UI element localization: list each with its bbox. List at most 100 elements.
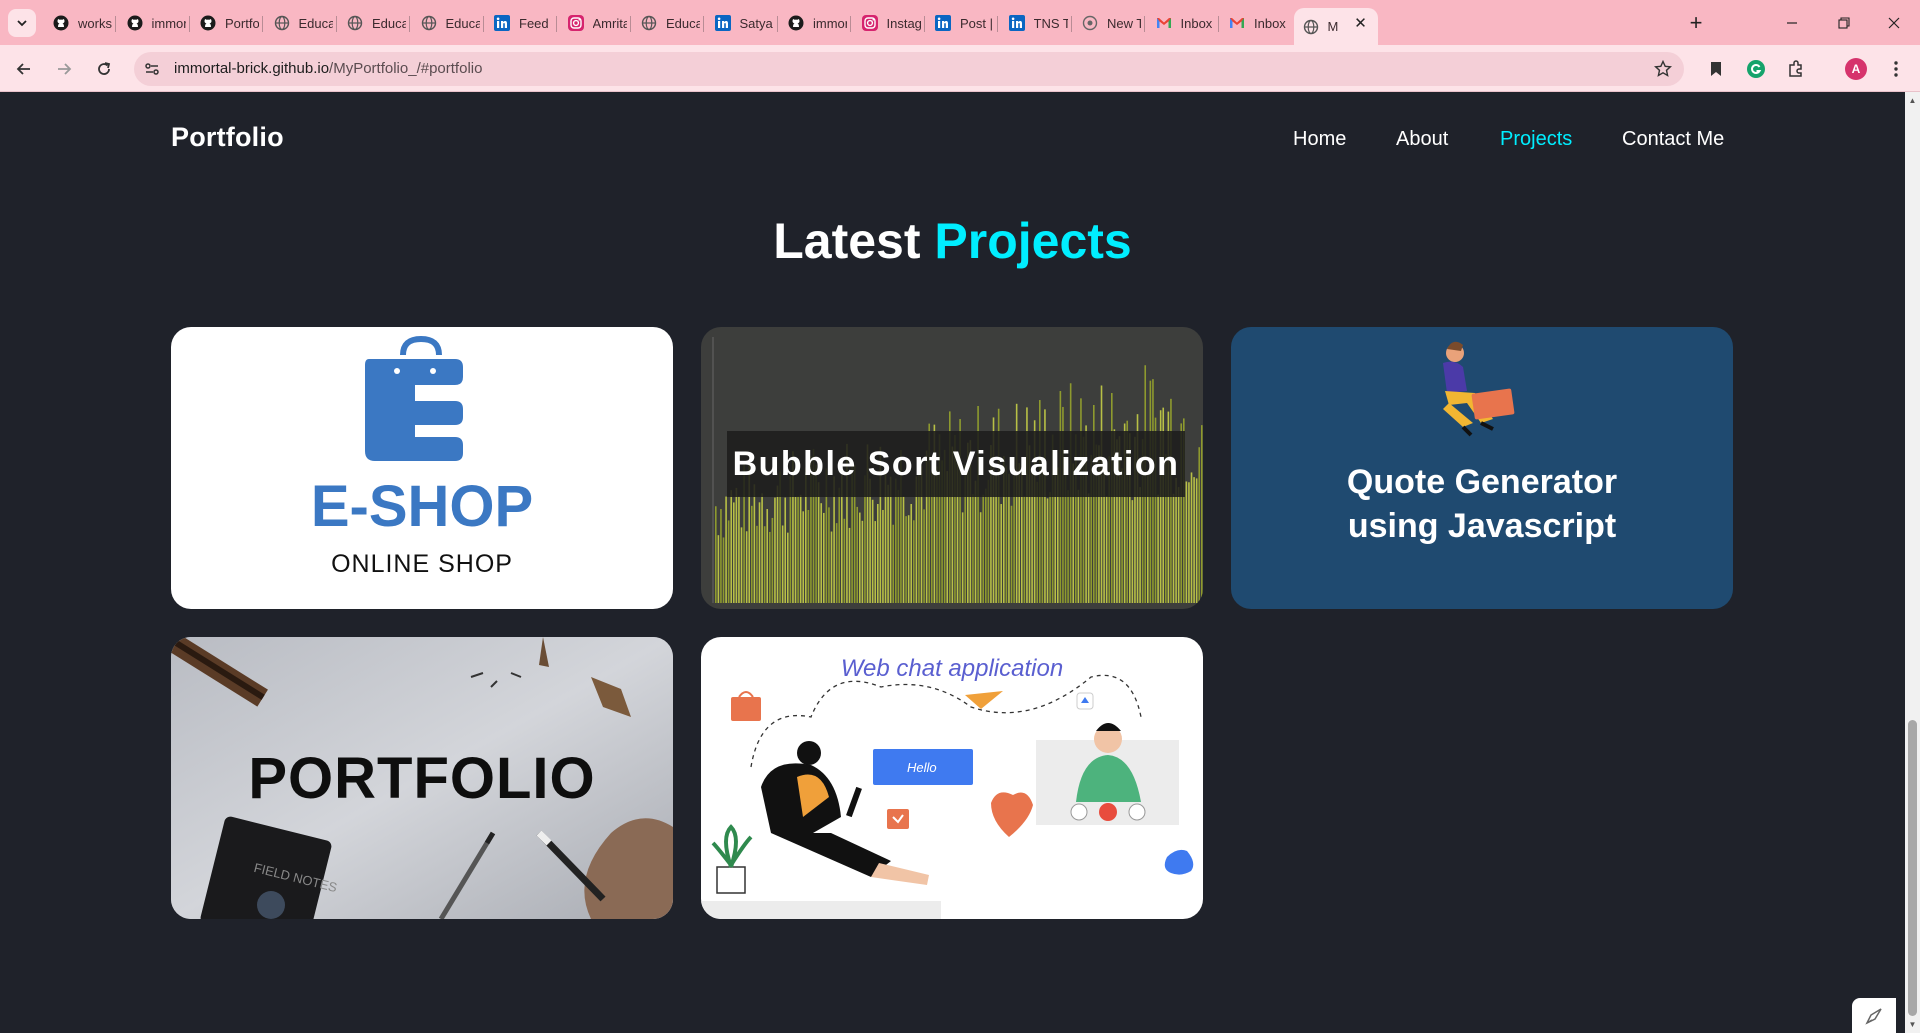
bookmark-icon[interactable] [1700,53,1732,85]
sort-bar [758,502,761,603]
scroll-up-arrow-icon[interactable]: ▲ [1908,96,1917,105]
tab-label: Satya [739,15,773,31]
restore-icon [1838,16,1850,29]
close-window-button[interactable] [1866,0,1920,45]
browser-tab[interactable]: Educat [338,8,410,38]
browser-tab[interactable]: Inbox [1220,8,1292,38]
tab-separator [409,16,410,32]
eshop-title: E-SHOP [311,474,533,539]
grammarly-icon[interactable] [1740,53,1772,85]
browser-tab[interactable]: Educat [412,8,484,38]
chat-bubble: Hello [873,749,973,785]
tab-active[interactable]: M ✕ [1293,8,1378,45]
tab-separator [923,16,925,32]
web-chat-title: Web chat application [840,655,1064,682]
browser-tab[interactable]: Educat [632,8,704,38]
browser-tab[interactable]: TNS Te [1000,8,1072,38]
gmail-icon [1229,15,1245,31]
project-card-eshop[interactable]: E-SHOP ONLINE SHOP [171,327,673,609]
browser-tab[interactable]: Satya [706,8,778,38]
browser-tab[interactable]: Portfo [191,8,263,38]
more-vertical-icon [1894,61,1898,77]
browser-tab[interactable]: Instagr [853,8,925,38]
project-card-portfolio[interactable]: FIELD NOTES PORTFOLIO [171,637,673,919]
sort-bar [776,485,779,603]
globe-icon [347,15,363,31]
floating-action-icon[interactable] [1852,998,1896,1033]
bookmark-star-icon[interactable] [1652,58,1674,80]
sort-bar [817,482,820,603]
tab-label: immor [813,15,847,31]
browser-tab[interactable]: immor [118,8,190,38]
profile-avatar[interactable]: A [1840,53,1872,85]
tab-search-button[interactable] [8,9,36,37]
linkedin-icon [1008,15,1025,31]
sort-bar [1201,425,1203,603]
sort-bar [843,518,846,603]
project-card-web-chat[interactable]: Web chat application Hello [701,637,1203,919]
browser-tab[interactable]: New T [1073,8,1145,38]
sort-bar [874,521,877,603]
sort-bar [861,520,864,603]
minimize-button[interactable] [1764,0,1820,45]
restore-button[interactable] [1816,0,1872,45]
sort-bar [738,496,740,603]
sort-bar [799,494,802,603]
nav-about[interactable]: About [1396,128,1448,151]
back-button[interactable] [8,53,40,85]
sort-bar [807,510,810,603]
extensions-puzzle-icon[interactable] [1780,53,1812,85]
project-card-quote-generator[interactable]: Quote Generator using Javascript [1231,327,1733,609]
nav-projects[interactable]: Projects [1500,128,1572,151]
browser-tab[interactable]: Feed | [485,8,557,38]
url-text: immortal-brick.github.io/MyPortfolio_/#p… [174,52,482,86]
browser-tab[interactable]: Inbox [1147,8,1219,38]
browser-tab[interactable]: Educat [265,8,337,38]
browser-tab[interactable]: Post | [926,8,998,38]
forward-button[interactable] [48,53,80,85]
sort-bar [961,512,964,603]
browser-tab[interactable]: immor [779,8,851,38]
new-tab-button[interactable]: + [1681,8,1711,38]
page-scrollbar[interactable]: ▲ ▼ [1905,92,1920,1033]
scrollbar-thumb[interactable] [1908,720,1917,1016]
sort-bar [769,531,771,603]
sort-bar [1195,478,1198,603]
browser-tab[interactable]: worksh [44,8,116,38]
tab-close-icon[interactable]: ✕ [1352,14,1370,32]
sort-bar [763,526,766,603]
nav-contact[interactable]: Contact Me [1622,128,1724,151]
eshop-logo: E-SHOP ONLINE SHOP [311,335,533,578]
sort-bar [910,503,913,603]
site-logo[interactable]: Portfolio [171,122,284,153]
sort-bar [730,490,733,603]
github-icon [200,15,216,31]
sort-bar [1131,500,1134,603]
chat-bubble-text: Hello [907,759,937,775]
quote-title-line2: using Javascript [1347,507,1617,545]
project-card-bubble-sort[interactable]: Bubble Sort Visualization [701,327,1203,609]
sort-bar [830,531,833,603]
sort-bar [1077,489,1080,603]
github-icon [127,15,143,31]
sort-bar [877,503,879,603]
site-info-icon[interactable] [140,57,164,81]
sort-bar [892,524,895,603]
sort-bar [722,537,725,603]
sort-bar [835,523,838,603]
browser-tab[interactable]: Amrita [559,8,631,38]
address-bar[interactable]: immortal-brick.github.io/MyPortfolio_/#p… [134,52,1684,86]
tab-label: Amrita [592,15,627,31]
reload-button[interactable] [88,53,120,85]
sort-bar [774,497,776,603]
scroll-down-arrow-icon[interactable]: ▼ [1908,1020,1917,1029]
sort-bar [771,517,774,603]
sort-bar [1185,481,1188,603]
linkedin-icon [494,15,510,31]
sort-bar [715,506,717,603]
menu-button[interactable] [1880,53,1912,85]
sort-bar [1087,493,1090,603]
sort-bar [740,527,743,603]
tab-strip: worksh immor Portfo Educat Educat Educat Feed … [0,0,1920,45]
nav-home[interactable]: Home [1293,128,1346,151]
